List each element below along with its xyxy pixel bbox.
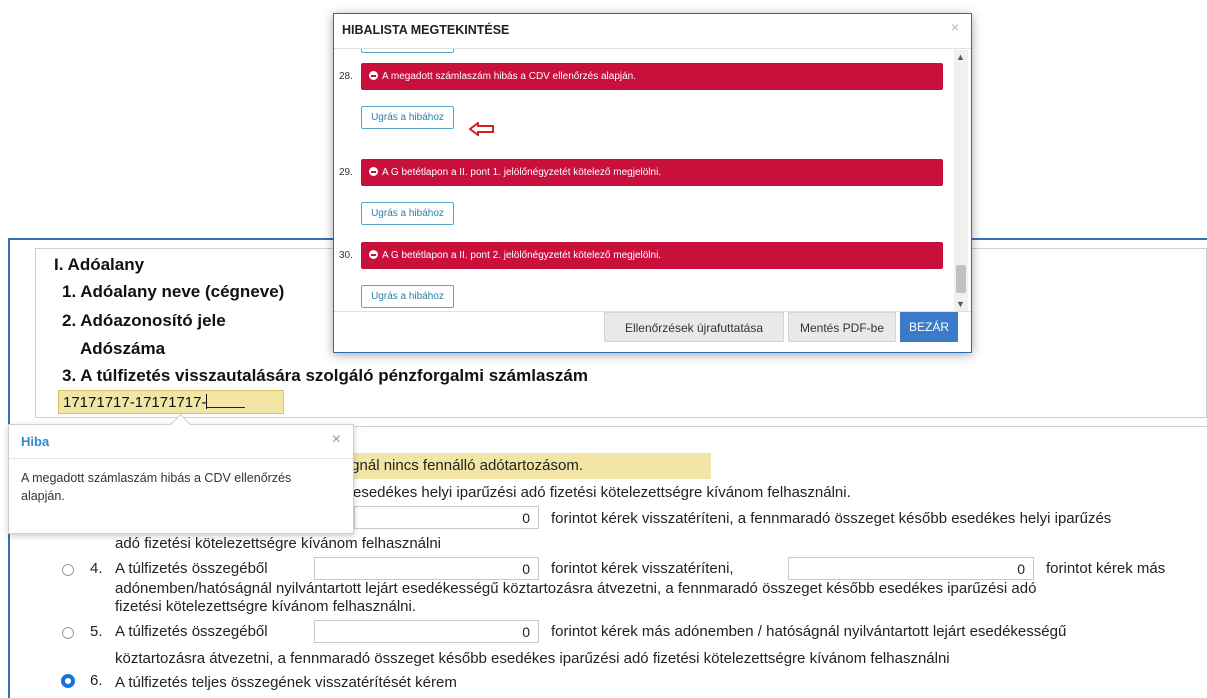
error-message-text: A G betétlapon a II. pont 1. jelölőnégyz… [382,167,662,178]
option6-number: 6. [90,672,103,689]
bank-account-label: 3. A túlfizetés visszautalására szolgáló… [62,366,588,385]
modal-scrollbar[interactable]: ▲ ▼ [954,50,968,311]
bank-account-input[interactable]: 17171717-17171717- [58,390,284,414]
option6-radio-selected[interactable] [61,674,75,688]
error-message: A G betétlapon a II. pont 2. jelölőnégyz… [361,242,943,269]
jump-to-error-button[interactable]: Ugrás a hibához [361,202,454,225]
save-pdf-button[interactable]: Mentés PDF-be [788,312,896,342]
option4-refund-input[interactable]: 0 [314,557,539,580]
tooltip-divider [9,458,353,459]
option4-line2: adónemben/hatóságnál nyilvántartott lejá… [115,580,1037,597]
error-message: A G betétlapon a II. pont 1. jelölőnégyz… [361,159,943,186]
error-tooltip: Hiba × A megadott számlaszám hibás a CDV… [8,413,354,534]
option3-text-cont: adó fizetési kötelezettségre kívánom fel… [115,535,442,552]
option3-amount-input[interactable]: 0 [354,506,539,529]
option4-mid-text: forintot kérek visszatéríteni, [551,560,734,577]
option4-end-text: forintot kérek más [1046,560,1166,577]
option1-text: óságnál nincs fennálló adótartozásom. [327,457,583,474]
red-arrow-icon [469,122,494,136]
tooltip-message: A megadott számlaszám hibás a CDV ellenő… [21,471,292,503]
error-minus-icon [369,250,378,259]
error-list-modal: HIBALISTA MEGTEKINTÉSE × 28. A megadott … [333,13,972,353]
error-message-text: A megadott számlaszám hibás a CDV ellenő… [382,71,637,82]
error-minus-icon [369,71,378,80]
section-title: I. Adóalany [54,255,145,274]
scroll-up-icon[interactable]: ▲ [956,52,965,62]
error-message: A megadott számlaszám hibás a CDV ellenő… [361,63,943,90]
option5-amount-input[interactable]: 0 [314,620,539,643]
input-mask-blank [207,395,246,408]
option5-end-text: forintot kérek más adónemben / hatóságná… [551,623,1067,640]
error-minus-icon [369,167,378,176]
option4-line3: fizetési kötelezettségre kívánom felhasz… [115,598,416,615]
bank-account-value: 17171717-17171717- [63,394,207,411]
error-number: 30. [339,250,353,261]
taxpayer-name-label: 1. Adóalany neve (cégneve) [62,282,285,301]
scroll-thumb[interactable] [956,265,966,293]
jump-to-error-button[interactable]: Ugrás a hibához [361,285,454,308]
option5-number: 5. [90,623,103,640]
error-message-text: A G betétlapon a II. pont 2. jelölőnégyz… [382,250,662,261]
error-number: 29. [339,167,353,178]
close-button[interactable]: BEZÁR [900,312,958,342]
option5-radio[interactable] [62,627,74,639]
modal-title: HIBALISTA MEGTEKINTÉSE [342,23,510,37]
scroll-down-icon[interactable]: ▼ [956,299,965,309]
previous-jump-button[interactable] [361,49,454,53]
tooltip-close-icon[interactable]: × [332,431,341,449]
option4-text: A túlfizetés összegéből [115,560,268,577]
option6-text: A túlfizetés teljes összegének visszatér… [115,674,457,691]
option5-line2: köztartozásra átvezetni, a fennmaradó ös… [115,650,950,667]
option4-radio[interactable] [62,564,74,576]
tax-number-label: Adószáma [80,339,166,358]
option4-transfer-input[interactable]: 0 [788,557,1034,580]
tax-id-label: 2. Adóazonosító jele [62,311,226,330]
option4-number: 4. [90,560,103,577]
modal-close-icon[interactable]: × [951,19,959,35]
error-list: 28. A megadott számlaszám hibás a CDV el… [334,49,954,310]
option5-text: A túlfizetés összegéből [115,623,268,640]
jump-to-error-button[interactable]: Ugrás a hibához [361,106,454,129]
option3-text: forintot kérek visszatéríteni, a fennmar… [551,510,1112,527]
tooltip-title: Hiba [21,434,50,449]
error-number: 28. [339,71,353,82]
option2-text: esedékes helyi iparűzési adó fizetési kö… [353,484,851,501]
rerun-checks-button[interactable]: Ellenőrzések újrafuttatása [604,312,784,342]
